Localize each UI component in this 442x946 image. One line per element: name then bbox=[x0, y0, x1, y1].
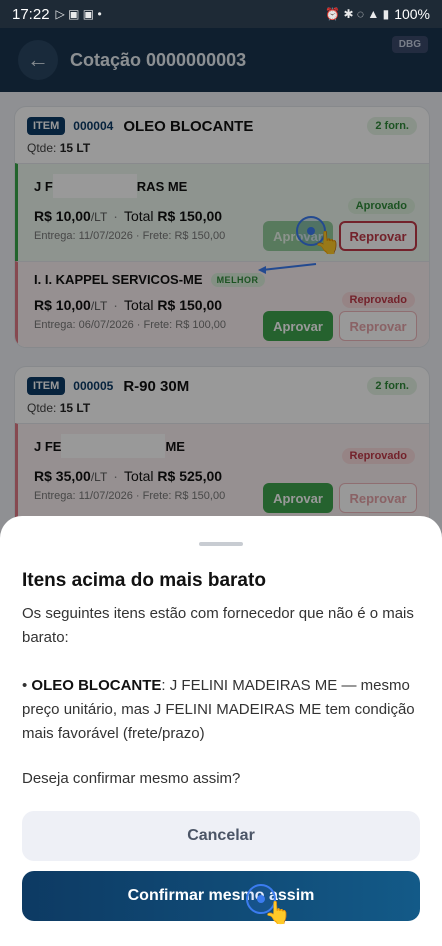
confirm-dialog-sheet: Itens acima do mais barato Os seguintes … bbox=[0, 516, 442, 946]
system-status-icons: ⏰ ✱ ◌ ▲ ▮ bbox=[325, 7, 390, 21]
dialog-question: Deseja confirmar mesmo assim? bbox=[22, 770, 241, 787]
cancel-button[interactable]: Cancelar bbox=[22, 811, 420, 861]
dialog-title: Itens acima do mais barato bbox=[22, 570, 266, 591]
confirm-anyway-button[interactable]: Confirmar mesmo assim bbox=[22, 871, 420, 921]
hand-pointer-icon: 👆 bbox=[264, 900, 292, 925]
dialog-intro: Os seguintes itens estão com fornecedor … bbox=[22, 605, 414, 646]
battery-level: 100% bbox=[394, 6, 430, 22]
sheet-handle[interactable] bbox=[199, 542, 243, 546]
dialog-bullet: • OLEO BLOCANTE: J FELINI MADEIRAS ME — … bbox=[22, 677, 415, 742]
notification-icons: ▷ ▣ ▣ • bbox=[55, 7, 102, 21]
status-time: 17:22 bbox=[12, 5, 50, 23]
status-bar: 17:22 ▷ ▣ ▣ • ⏰ ✱ ◌ ▲ ▮ 100% bbox=[0, 0, 442, 28]
